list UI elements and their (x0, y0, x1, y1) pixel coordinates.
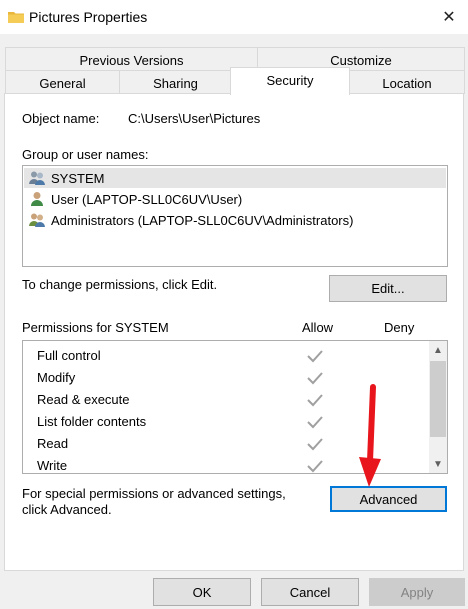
scroll-up-button[interactable]: ▲ (429, 341, 447, 359)
tab-label: Sharing (153, 76, 198, 91)
tab-previous-versions[interactable]: Previous Versions (5, 47, 258, 71)
permission-read-execute: Read & execute (37, 392, 130, 407)
scrollbar-thumb[interactable] (430, 361, 446, 437)
list-item-label: Administrators (LAPTOP-SLL0C6UV\Administ… (51, 212, 354, 228)
title-bar: Pictures Properties ✕ (0, 0, 468, 34)
cancel-button-label: Cancel (289, 584, 331, 600)
group-list[interactable]: SYSTEM User (LAPTOP-SLL0C6UV\User) Admin… (22, 165, 448, 267)
object-name-value: C:\Users\User\Pictures (128, 111, 261, 126)
check-icon (307, 372, 323, 385)
check-icon (307, 416, 323, 429)
tab-location[interactable]: Location (349, 70, 465, 94)
check-icon (307, 438, 323, 451)
group-names-label: Group or user names: (22, 147, 149, 162)
tab-label: Previous Versions (79, 53, 184, 68)
advanced-button[interactable]: Advanced (330, 486, 447, 512)
permission-modify: Modify (37, 370, 76, 385)
change-permissions-text: To change permissions, click Edit. (22, 277, 218, 292)
list-item-label: SYSTEM (51, 170, 105, 186)
list-item-label: User (LAPTOP-SLL0C6UV\User) (51, 191, 243, 207)
tab-security[interactable]: Security (230, 67, 350, 95)
deny-header: Deny (384, 320, 415, 335)
close-button[interactable]: ✕ (434, 4, 464, 30)
permission-list-folder-contents: List folder contents (37, 414, 147, 429)
tab-label: General (39, 76, 86, 91)
check-icon (307, 350, 323, 363)
chevron-up-icon: ▲ (433, 344, 443, 356)
folder-icon (8, 12, 24, 23)
advanced-button-label: Advanced (359, 491, 418, 507)
list-item-system[interactable]: SYSTEM (24, 168, 446, 188)
tab-label: Location (382, 76, 432, 91)
group-user-icon (29, 171, 45, 185)
chevron-down-icon: ▼ (433, 458, 443, 470)
close-icon: ✕ (442, 9, 456, 26)
permissions-label: Permissions for SYSTEM (22, 320, 169, 335)
apply-button-label: Apply (400, 584, 434, 600)
edit-button-label: Edit... (371, 281, 405, 296)
window-title: Pictures Properties (29, 9, 148, 25)
scroll-down-button[interactable]: ▼ (429, 455, 447, 473)
ok-button[interactable]: OK (153, 578, 251, 606)
permission-write: Write (37, 458, 68, 473)
list-item-administrators[interactable]: Administrators (LAPTOP-SLL0C6UV\Administ… (24, 210, 446, 230)
ok-button-label: OK (192, 584, 212, 600)
tab-general[interactable]: General (5, 70, 120, 94)
edit-button[interactable]: Edit... (329, 275, 447, 302)
object-name-label: Object name: (22, 111, 100, 126)
apply-button[interactable]: Apply (369, 578, 465, 606)
scrollbar[interactable]: ▲ ▼ (429, 341, 447, 473)
tab-label: Security (266, 73, 314, 88)
security-panel: Object name: C:\Users\User\Pictures Grou… (4, 93, 464, 571)
tab-sharing[interactable]: Sharing (119, 70, 232, 94)
check-icon (307, 460, 323, 473)
special-permissions-text-line2: click Advanced. (22, 502, 112, 517)
list-item-user[interactable]: User (LAPTOP-SLL0C6UV\User) (24, 189, 446, 209)
user-icon (31, 192, 43, 206)
tab-label: Customize (330, 53, 392, 68)
permission-read: Read (37, 436, 69, 451)
special-permissions-text-line1: For special permissions or advanced sett… (22, 486, 286, 501)
permission-full-control: Full control (37, 348, 101, 363)
allow-header: Allow (302, 320, 334, 335)
group-user-icon (29, 213, 45, 227)
red-arrow-icon (359, 384, 381, 487)
check-icon (307, 394, 323, 407)
cancel-button[interactable]: Cancel (261, 578, 359, 606)
